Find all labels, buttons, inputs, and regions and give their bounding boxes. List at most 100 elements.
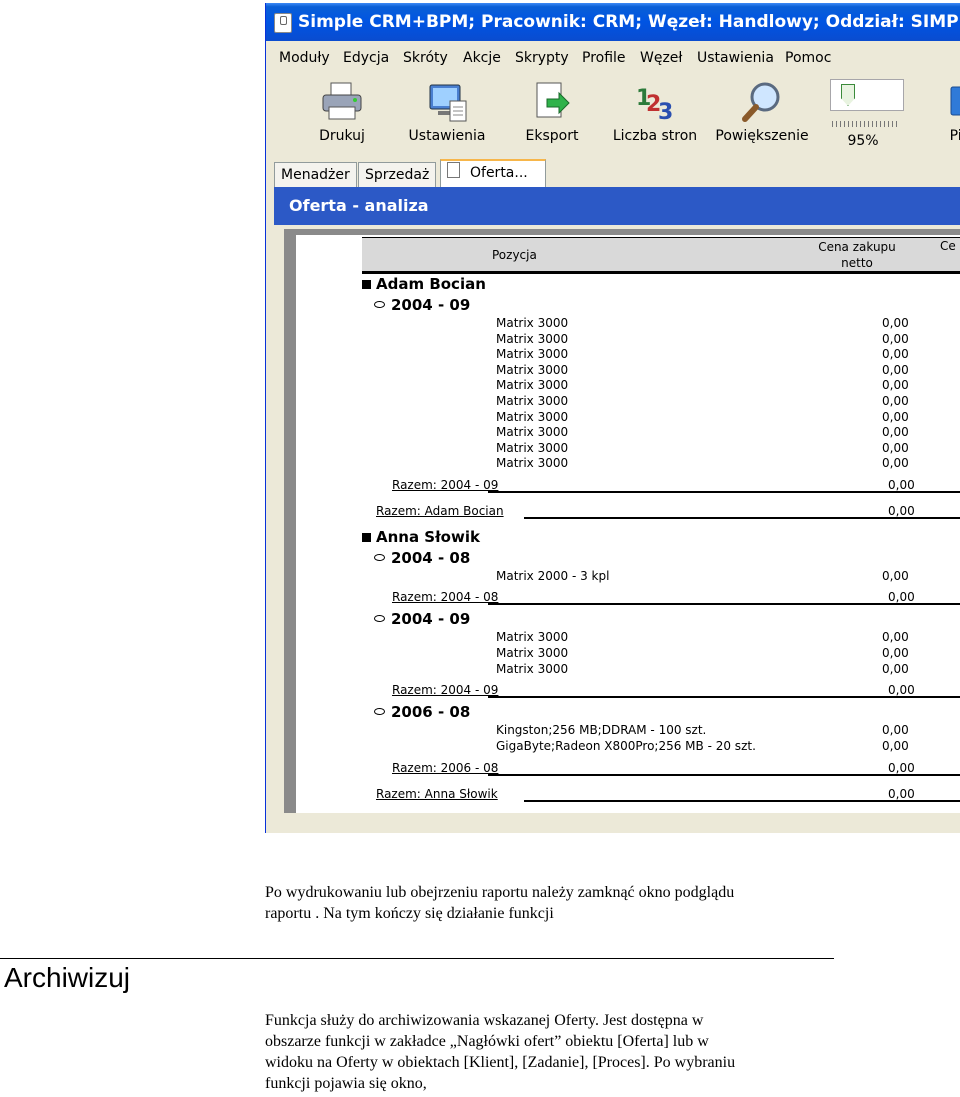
menu-profile[interactable]: Profile <box>582 43 626 73</box>
numbers-123-icon: 1 2 3 <box>632 79 678 125</box>
report-page[interactable]: Pozycja Cena zakupu netto Ce Adam Bocian … <box>296 235 960 813</box>
total-label: Razem: Adam Bocian <box>376 504 504 518</box>
item-name: Matrix 3000 <box>496 662 569 676</box>
panel-header: Oferta - analiza <box>274 187 960 225</box>
tab-menadzer[interactable]: Menadżer <box>274 162 357 187</box>
settings-button[interactable]: Ustawienia <box>402 75 492 157</box>
item-name: GigaByte;Radeon X800Pro;256 MB - 20 szt. <box>496 739 756 753</box>
paragraph-line: funkcji pojawia się okno, <box>265 1075 427 1092</box>
total-rule <box>524 800 960 802</box>
subtotal-rule <box>488 696 960 698</box>
subtotal-label: Razem: 2004 - 08 <box>392 590 499 604</box>
paragraph-line: Po wydrukowaniu lub obejrzeniu raportu n… <box>265 884 735 901</box>
menu-skroty[interactable]: Skróty <box>403 43 448 73</box>
col-price-line2: netto <box>841 256 873 270</box>
zoom-slider-thumb[interactable] <box>841 84 855 106</box>
item-value: 0,00 <box>882 331 909 346</box>
tab-sprzedaz-label: Sprzedaż <box>365 167 430 183</box>
menu-moduly[interactable]: Moduły <box>279 43 330 73</box>
paragraph-line: Funkcja służy do archiwizowania wskazane… <box>265 1012 704 1029</box>
tab-oferta[interactable]: Oferta... <box>440 159 546 189</box>
export-icon <box>529 79 575 125</box>
menu-ustawienia[interactable]: Ustawienia <box>697 43 774 73</box>
zoom-in-label: Powiększenie <box>715 128 809 144</box>
subtotal-rule <box>488 774 960 776</box>
subtotal-value: 0,00 <box>888 478 915 492</box>
document-icon <box>447 162 460 178</box>
tab-bar: Menadżer Sprzedaż Oferta... <box>274 159 960 189</box>
item-value: 0,00 <box>882 630 909 644</box>
group-period: 2004 - 09 <box>374 610 470 628</box>
group-period: 2006 - 08 <box>374 703 470 721</box>
menu-akcje[interactable]: Akcje <box>463 43 501 73</box>
subtotal-rule <box>488 603 960 605</box>
export-button[interactable]: Eksport <box>512 75 592 157</box>
item-name: Matrix 3000 <box>496 394 569 408</box>
zoom-value: 95% <box>847 133 879 149</box>
section-divider <box>0 958 834 959</box>
subtotal-rule <box>488 491 960 493</box>
menu-pomoc[interactable]: Pomoc <box>785 43 831 73</box>
paragraph-line: obszarze funkcji w zakładce „Nagłówki of… <box>265 1033 709 1050</box>
tab-sprzedaz[interactable]: Sprzedaż <box>358 162 437 187</box>
subtotal-value: 0,00 <box>888 683 915 697</box>
item-name: Matrix 3000 <box>496 456 569 471</box>
total-value: 0,00 <box>888 504 915 518</box>
item-name: Matrix 2000 - 3 kpl <box>496 569 610 583</box>
group-employee: Anna Słowik <box>362 528 480 546</box>
export-label: Eksport <box>525 128 579 144</box>
item-value: 0,00 <box>882 378 909 393</box>
page-count-button[interactable]: 1 2 3 Liczba stron <box>610 75 700 157</box>
total-label: Razem: Anna Słowik <box>376 787 498 801</box>
blue-page-icon <box>937 79 960 125</box>
window-title: Simple CRM+BPM; Pracownik: CRM; Węzeł: H… <box>298 12 960 32</box>
printer-icon <box>319 79 365 125</box>
subtotal-label: Razem: 2004 - 09 <box>392 478 499 492</box>
item-value: 0,00 <box>882 723 909 737</box>
menu-bar: Moduły Edycja Skróty Akcje Skrypty Profi… <box>266 43 960 73</box>
app-icon <box>274 13 292 33</box>
group-employee: Adam Bocian <box>362 275 486 293</box>
window-bottom-edge <box>266 813 960 833</box>
subtotal-label: Razem: 2006 - 08 <box>392 761 499 775</box>
total-value: 0,00 <box>888 787 915 801</box>
col-position: Pozycja <box>492 248 537 262</box>
item-value: 0,00 <box>882 662 909 676</box>
group-period: 2004 - 09 <box>374 296 470 314</box>
toolbar: Drukuj Ustawienia Eksport 1 2 3 Liczba s… <box>272 75 960 157</box>
menu-edycja[interactable]: Edycja <box>343 43 389 73</box>
item-name: Matrix 3000 <box>496 362 569 377</box>
menu-wezel[interactable]: Węzeł <box>640 43 682 73</box>
magnifier-icon <box>739 79 785 125</box>
item-value: 0,00 <box>882 409 909 424</box>
item-value: 0,00 <box>882 646 909 660</box>
col-price-line1: Cena zakupu <box>818 240 896 254</box>
item-name: Matrix 3000 <box>496 646 569 660</box>
page-count-label: Liczba stron <box>612 128 698 144</box>
item-name: Matrix 3000 <box>496 425 569 440</box>
menu-skrypty[interactable]: Skrypty <box>515 43 569 73</box>
print-button[interactable]: Drukuj <box>302 75 382 157</box>
computer-settings-icon <box>424 79 470 125</box>
zoom-slider-ticks <box>832 121 898 127</box>
item-name: Matrix 3000 <box>496 630 569 644</box>
print-label: Drukuj <box>319 128 365 144</box>
cut-off-label: Pie <box>949 128 960 144</box>
item-name: Kingston;256 MB;DDRAM - 100 szt. <box>496 723 707 737</box>
item-value: 0,00 <box>882 394 909 408</box>
item-value: 0,00 <box>882 425 909 440</box>
svg-text:3: 3 <box>658 100 673 125</box>
col-price: Cena zakupu netto <box>802 239 912 271</box>
item-value: 0,00 <box>882 347 909 362</box>
item-name: Matrix 3000 <box>496 347 569 362</box>
item-name: Matrix 3000 <box>496 378 569 393</box>
report-column-header: Pozycja Cena zakupu netto Ce <box>362 237 960 274</box>
col-cut: Ce <box>940 239 956 253</box>
zoom-slider-track[interactable] <box>830 79 904 111</box>
item-name: Matrix 3000 <box>496 331 569 346</box>
item-value: 0,00 <box>882 362 909 377</box>
zoom-slider[interactable]: 95% <box>824 79 904 153</box>
zoom-in-button[interactable]: Powiększenie <box>712 75 812 157</box>
cut-off-button[interactable]: Pie <box>930 75 960 157</box>
item-value: 0,00 <box>882 316 909 330</box>
